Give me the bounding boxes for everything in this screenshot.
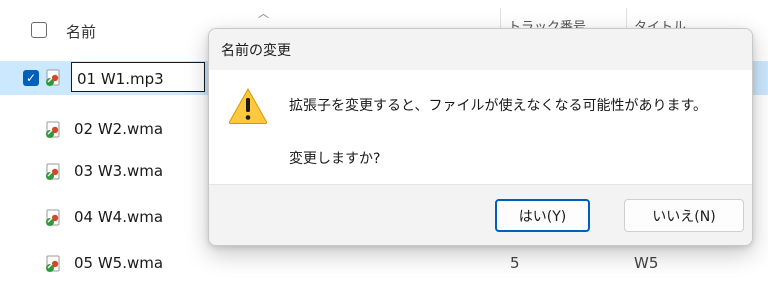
file-name: 03 W3.wma [74, 162, 164, 180]
column-header-name[interactable]: 名前 [66, 21, 96, 42]
media-file-icon [46, 121, 60, 138]
row-checkbox[interactable]: ✓ [23, 70, 39, 86]
no-button[interactable]: いいえ(N) [624, 199, 744, 232]
media-file-icon [46, 255, 60, 272]
media-file-icon [46, 163, 60, 180]
media-file-icon [46, 69, 60, 86]
dialog-question: 変更しますか? [289, 151, 381, 167]
select-all-checkbox[interactable] [31, 22, 47, 38]
file-name: 05 W5.wma [74, 254, 164, 272]
warning-icon [228, 87, 268, 124]
rename-confirm-dialog: 名前の変更 拡張子を変更すると、ファイルが使えなくなる可能性があります。 変更し… [208, 28, 753, 246]
title-cell: W5 [634, 254, 659, 272]
dialog-message: 拡張子を変更すると、ファイルが使えなくなる可能性があります。 [289, 98, 708, 114]
dialog-titlebar[interactable]: 名前の変更 [209, 29, 752, 70]
file-name: 04 W4.wma [74, 208, 164, 226]
rename-input[interactable] [71, 62, 205, 92]
dialog-body: 拡張子を変更すると、ファイルが使えなくなる可能性があります。 変更しますか? [209, 70, 752, 184]
dialog-title: 名前の変更 [221, 43, 291, 59]
file-name: 02 W2.wma [74, 120, 164, 138]
track-number-cell: 5 [510, 254, 520, 272]
dialog-footer: はい(Y) いいえ(N) [209, 184, 752, 245]
file-row[interactable]: 05 W5.wma 5 W5 [0, 247, 768, 281]
media-file-icon [46, 209, 60, 226]
sort-asc-icon: ︿ [258, 7, 269, 20]
yes-button[interactable]: はい(Y) [495, 199, 590, 232]
